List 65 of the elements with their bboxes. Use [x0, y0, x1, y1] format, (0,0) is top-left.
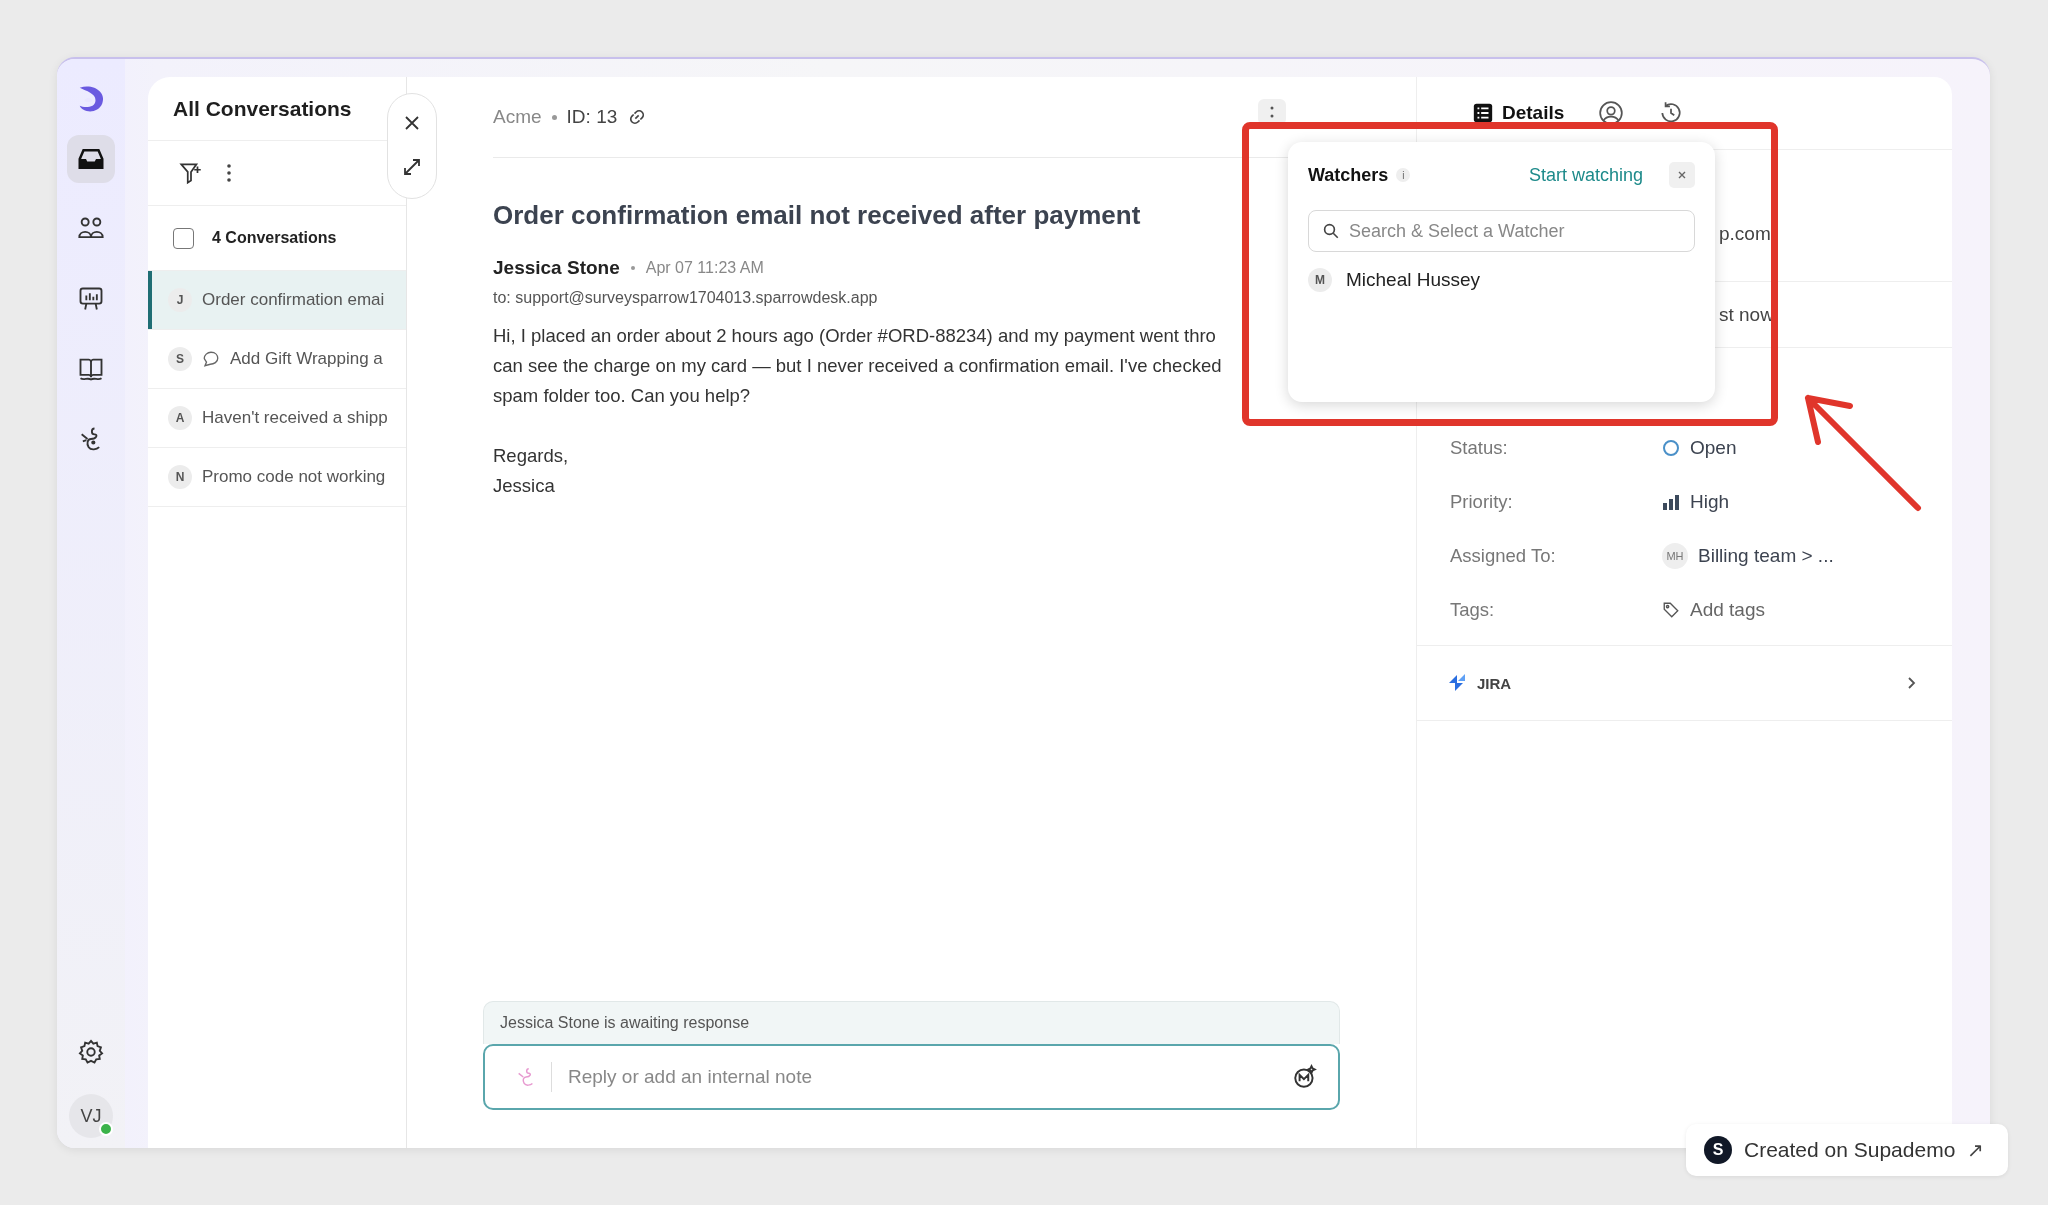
message-time: Apr 07 11:23 AM: [645, 259, 764, 277]
conversation-subject: Promo code not working: [202, 467, 386, 487]
message-line: spam folder too. Can you help?: [493, 384, 752, 408]
conversation-subject: Add Gift Wrapping a: [230, 349, 383, 369]
details-tab[interactable]: Details: [1472, 102, 1565, 124]
signature-line: Jessica: [493, 474, 556, 498]
start-watching-link[interactable]: Start watching: [1528, 164, 1643, 186]
ticket-title: Order confirmation email not received after payment: [493, 200, 1141, 231]
conversation-item[interactable]: J Order confirmation emai: [148, 271, 406, 330]
field-value[interactable]: Add tags: [1662, 598, 1765, 621]
more-icon[interactable]: [226, 163, 232, 183]
integration-row[interactable]: JIRA: [1417, 646, 1952, 721]
close-icon[interactable]: [403, 114, 421, 132]
initial-avatar: N: [168, 465, 192, 489]
list-icon: [1472, 102, 1494, 124]
popup-title: Watchers: [1308, 164, 1389, 186]
info-icon[interactable]: i: [1396, 168, 1411, 182]
tag-icon: [1662, 600, 1680, 619]
list-title: All Conversations: [173, 96, 352, 121]
supademo-badge[interactable]: S Created on Supademo ↗: [1686, 1124, 2009, 1176]
chart-board-icon: [77, 285, 105, 313]
signature-line: Regards,: [493, 444, 570, 468]
contact-detail-text: p.com: [1719, 223, 1771, 245]
company-name: Acme: [493, 106, 542, 128]
conversation-item[interactable]: S Add Gift Wrapping a: [148, 330, 406, 389]
sender-name: Jessica Stone: [493, 257, 620, 279]
reply-box[interactable]: Reply or add an internal note: [483, 1044, 1340, 1110]
status-ring-icon: [1662, 438, 1680, 457]
conversation-subject: Order confirmation emai: [202, 290, 385, 310]
conversation-subject: Haven't received a shipp: [202, 408, 388, 428]
arrows-logo-icon: [1447, 673, 1467, 693]
initial-avatar: S: [168, 347, 192, 371]
reply-field[interactable]: Reply or add an internal note: [566, 1065, 1278, 1089]
select-all-checkbox[interactable]: [173, 227, 194, 249]
field-value[interactable]: MH Billing team > ...: [1662, 542, 1834, 569]
close-icon: [1677, 170, 1687, 180]
field-label: Priority:: [1450, 490, 1514, 513]
field-label: Assigned To:: [1450, 544, 1557, 567]
field-value[interactable]: High: [1662, 490, 1730, 513]
priority-bars-icon: [1662, 493, 1680, 510]
conversation-item[interactable]: A Haven't received a shipp: [148, 389, 406, 448]
ticket-id: ID: 13: [566, 106, 618, 128]
message-line: can see the charge on my card — but I never received a confirmation email. I've checked: [493, 354, 1223, 378]
recipient-address: to: support@surveysparrow1704013.sparrowdesk.app: [493, 289, 879, 307]
field-label: Status:: [1450, 436, 1509, 459]
user-avatar[interactable]: VJ: [69, 1094, 113, 1138]
conversation-item[interactable]: N Promo code not working: [148, 448, 406, 507]
field-label: Tags:: [1450, 598, 1496, 621]
awaiting-text: Jessica Stone is awaiting response: [500, 1014, 750, 1032]
initial-avatar: J: [168, 288, 192, 312]
watcher-search-field[interactable]: Search & Select a Watcher: [1308, 210, 1695, 252]
chevron-right-icon: [1907, 676, 1917, 690]
message-line: Hi, I placed an order about 2 hours ago (Order #ORD-88234) and my payment went thro: [493, 324, 1217, 348]
conversation-count: 4 Conversations: [212, 229, 337, 247]
nav-item[interactable]: [67, 135, 115, 183]
settings-icon[interactable]: [77, 1038, 105, 1066]
initial-avatar: A: [168, 406, 192, 430]
filter-add-icon[interactable]: [178, 160, 204, 186]
assignee-avatar: MH: [1662, 542, 1688, 569]
watcher-item[interactable]: M Micheal Hussey: [1308, 268, 1695, 292]
expand-icon[interactable]: [401, 156, 423, 178]
field-value[interactable]: Open: [1662, 436, 1737, 459]
more-icon: [1270, 106, 1274, 118]
ai-assist-icon[interactable]: [1292, 1064, 1318, 1090]
more-button[interactable]: [1258, 99, 1286, 125]
